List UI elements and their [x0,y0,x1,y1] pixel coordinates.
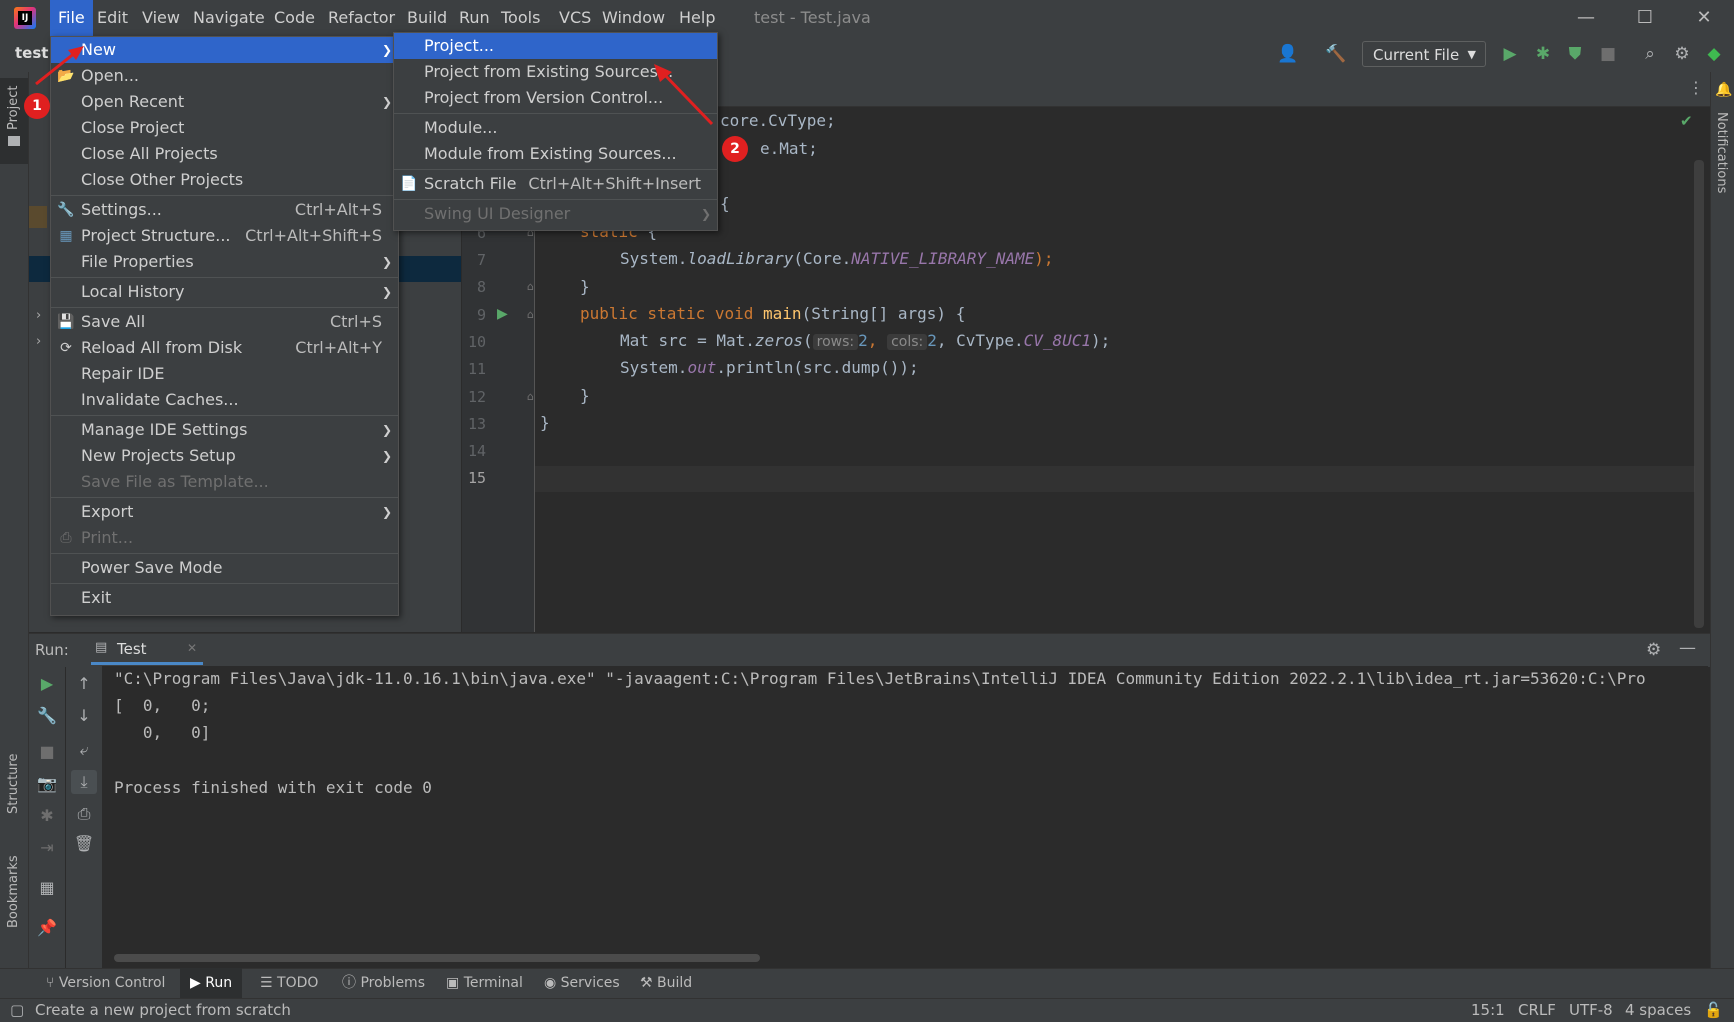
annotation-badge-1: 1 [24,93,50,119]
annotation-arrow-1 [35,50,77,86]
annotation-arrows [35,46,714,126]
annotation-arrow-2 [660,70,714,126]
annotation-badge-2: 2 [722,136,748,162]
